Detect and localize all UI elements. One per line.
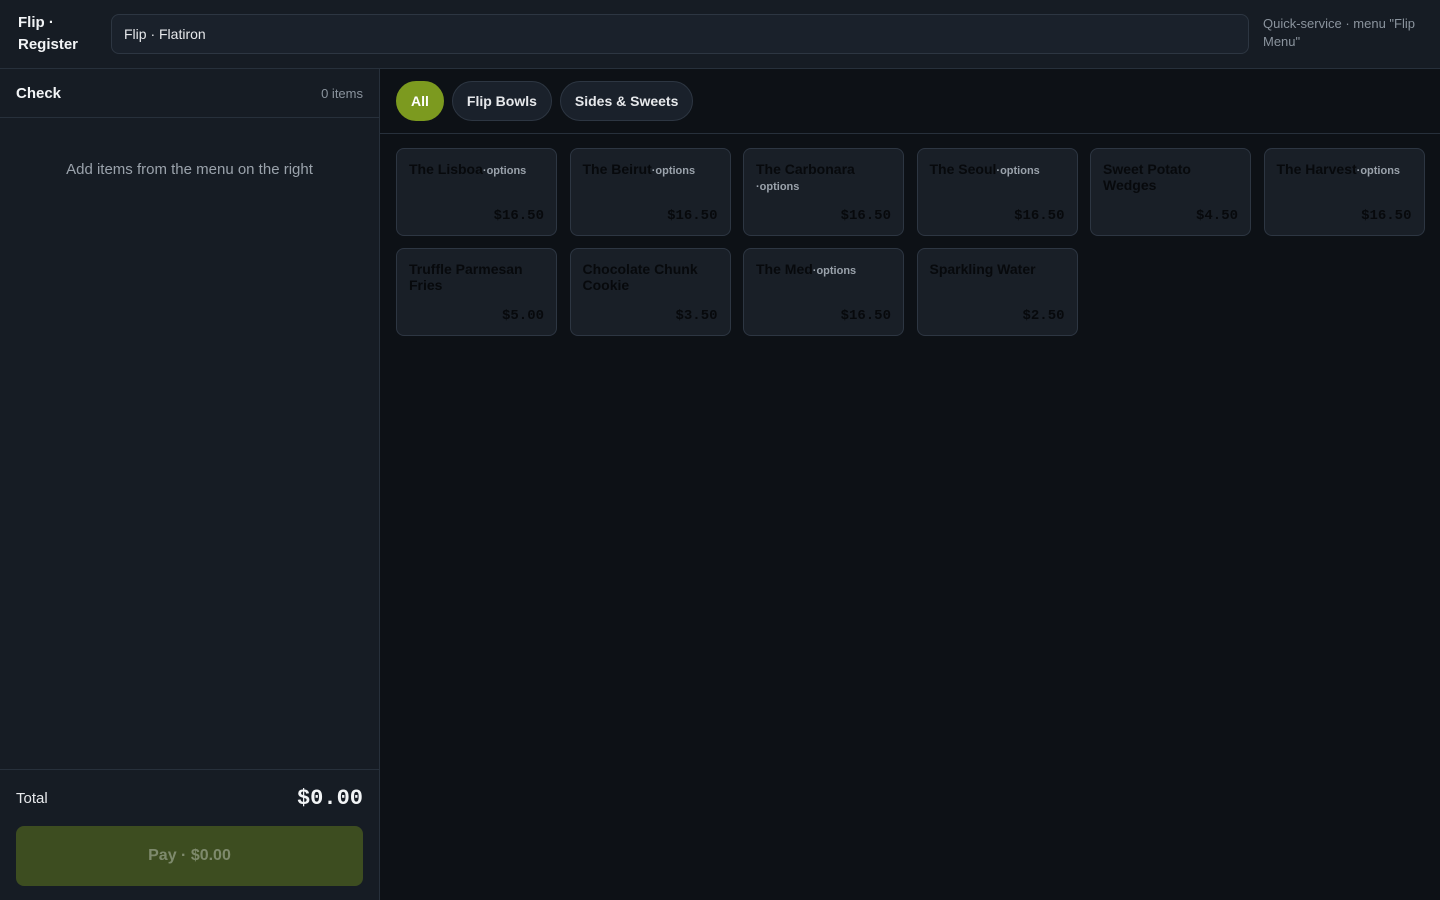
menu-item-name: The Seoul [929,161,997,177]
total-value: $0.00 [296,785,363,811]
check-item-count: 0 items [321,85,363,101]
menu-item-price: $16.50 [667,208,718,224]
menu-item[interactable]: The Lisboa·options $16.50 [396,148,557,236]
menu-item-name: Chocolate Chunk Cookie [582,261,698,293]
menu-item-price: $16.50 [493,208,544,224]
menu-item[interactable]: Truffle Parmesan Fries $5.00 [396,248,557,336]
menu-item[interactable]: The Seoul·options $16.50 [916,148,1078,236]
location-selector[interactable]: Flip · Flatiron [111,14,1249,54]
menu-item-price: $16.50 [1361,208,1412,224]
options-tag: ·options [996,165,1040,177]
menu-item-name: Truffle Parmesan Fries [409,261,523,293]
menu-item-price: $16.50 [840,208,891,224]
app-title: Flip · Register [18,14,79,53]
check-footer: Total $0.00 Pay · $0.00 [0,769,379,900]
menu-item-price: $16.50 [840,308,891,324]
menu-item[interactable]: Sweet Potato Wedges $4.50 [1090,148,1251,236]
check-panel: Check 0 items Add items from the menu on… [0,69,380,900]
tab-all[interactable]: All [396,81,444,121]
menu-item[interactable]: Sparkling Water $2.50 [916,248,1078,336]
menu-item-name: The Lisboa [409,161,483,177]
menu-item[interactable]: The Med·options $16.50 [743,248,904,336]
menu-item-name: The Med [756,261,813,277]
options-tag: ·options [812,265,857,277]
menu-item-name: The Beirut [582,161,652,177]
pay-button[interactable]: Pay · $0.00 [16,826,363,886]
total-row: Total $0.00 [16,770,363,826]
total-label: Total [16,789,48,807]
options-tag: ·options [756,181,800,193]
menu-item-name: The Carbonara [756,161,855,177]
check-empty-message: Add items from the menu on the right [66,161,313,178]
options-tag: ·options [1356,165,1401,177]
top-bar: Flip · Register Flip · Flatiron Quick-se… [0,0,1440,69]
tab-flip-bowls[interactable]: Flip Bowls [451,81,552,121]
menu-item[interactable]: The Carbonara ·options $16.50 [743,148,904,236]
tab-sides-sweets[interactable]: Sides & Sweets [559,81,694,121]
menu-item-price: $2.50 [1022,308,1065,324]
menu-item-price: $16.50 [1014,208,1065,224]
menu-item-price: $3.50 [675,308,718,324]
menu-item-name: Sweet Potato Wedges [1103,161,1191,193]
menu-item-price: $5.00 [501,308,544,324]
menu-panel: All Flip Bowls Sides & Sweets The Lisboa… [380,69,1440,900]
options-tag: ·options [651,165,696,177]
options-tag: ·options [482,165,527,177]
check-header: Check 0 items [0,69,379,118]
location-label: Flip · Flatiron [124,26,206,42]
service-mode-label: Quick-service · menu "Flip Menu" [1263,16,1415,49]
menu-item-name: The Harvest [1276,161,1357,177]
category-tabs: All Flip Bowls Sides & Sweets [380,69,1440,134]
menu-item[interactable]: Chocolate Chunk Cookie $3.50 [569,248,731,336]
menu-grid: The Lisboa·options $16.50 The Beirut·opt… [396,148,1425,336]
menu-item-price: $4.50 [1195,208,1238,224]
menu-item[interactable]: The Beirut·options $16.50 [569,148,731,236]
menu-item-name: Sparkling Water [929,261,1036,277]
menu-item[interactable]: The Harvest·options $16.50 [1263,148,1425,236]
check-title: Check [16,84,62,102]
